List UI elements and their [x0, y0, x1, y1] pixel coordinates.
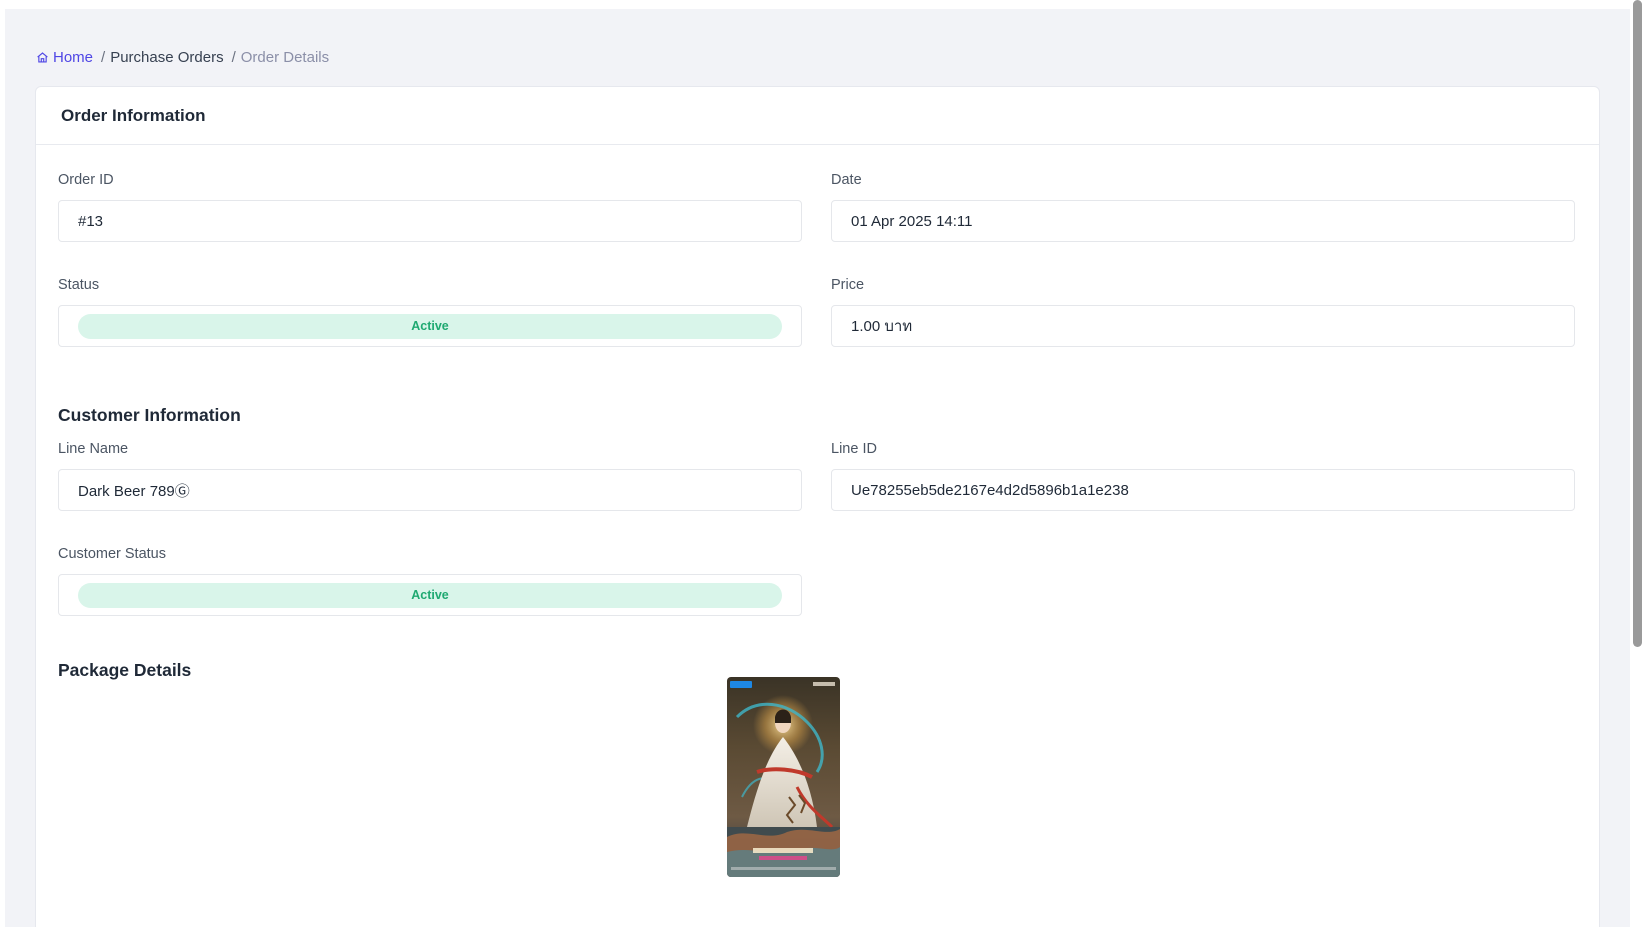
- price-value: 1.00 บาท: [851, 318, 913, 335]
- breadcrumb-home-link[interactable]: Home: [36, 49, 93, 66]
- status-value-box: Active: [58, 305, 802, 347]
- card-header: Order Information: [36, 87, 1599, 145]
- customer-status-field: Customer Status Active: [58, 544, 802, 616]
- breadcrumb-separator: /: [101, 48, 106, 66]
- date-value-box: 01 Apr 2025 14:11: [831, 200, 1575, 242]
- line-name-value-box: Dark Beer 789Ⓖ: [58, 469, 802, 511]
- breadcrumb-current: Order Details: [240, 48, 330, 66]
- status-field: Status Active: [58, 275, 802, 347]
- order-information-title: Order Information: [61, 105, 206, 125]
- main-content: Home / Purchase Orders / Order Details O…: [5, 9, 1630, 927]
- price-label: Price: [831, 277, 865, 293]
- line-name-field: Line Name Dark Beer 789Ⓖ: [58, 439, 802, 511]
- line-id-label: Line ID: [831, 441, 877, 457]
- customer-status-label: Customer Status: [58, 546, 166, 562]
- home-icon: [37, 51, 48, 63]
- package-poster-image[interactable]: [727, 677, 840, 877]
- customer-status-value-box: Active: [58, 574, 802, 616]
- breadcrumb-purchase-orders-link[interactable]: Purchase Orders: [110, 49, 223, 66]
- date-value: 01 Apr 2025 14:11: [851, 212, 973, 230]
- customer-information-title: Customer Information: [58, 405, 241, 425]
- breadcrumb-separator: /: [231, 48, 236, 66]
- scrollbar-thumb[interactable]: [1633, 0, 1642, 647]
- status-label: Status: [58, 277, 100, 293]
- order-details-card: Order Information Order ID #13 Date 01 A…: [35, 86, 1600, 927]
- order-id-label: Order ID: [58, 172, 114, 188]
- order-id-value-box: #13: [58, 200, 802, 242]
- price-value-box: 1.00 บาท: [831, 305, 1575, 347]
- date-label: Date: [831, 172, 862, 188]
- poster-artwork: [727, 677, 840, 877]
- line-name-label: Line Name: [58, 441, 129, 457]
- customer-status-badge: Active: [78, 582, 782, 608]
- breadcrumb: Home / Purchase Orders / Order Details: [36, 47, 329, 67]
- order-id-field: Order ID #13: [58, 170, 802, 242]
- order-id-value: #13: [78, 212, 104, 230]
- status-badge: Active: [78, 313, 782, 339]
- breadcrumb-home-label: Home: [53, 48, 94, 66]
- line-name-value: Dark Beer 789Ⓖ: [78, 482, 190, 500]
- line-id-value: Ue78255eb5de2167e4d2d5896b1a1e238: [851, 481, 1129, 499]
- line-id-value-box: Ue78255eb5de2167e4d2d5896b1a1e238: [831, 469, 1575, 511]
- package-details-title: Package Details: [58, 660, 192, 680]
- date-field: Date 01 Apr 2025 14:11: [831, 170, 1575, 242]
- top-bar: [0, 0, 1630, 9]
- line-id-field: Line ID Ue78255eb5de2167e4d2d5896b1a1e23…: [831, 439, 1575, 511]
- price-field: Price 1.00 บาท: [831, 275, 1575, 347]
